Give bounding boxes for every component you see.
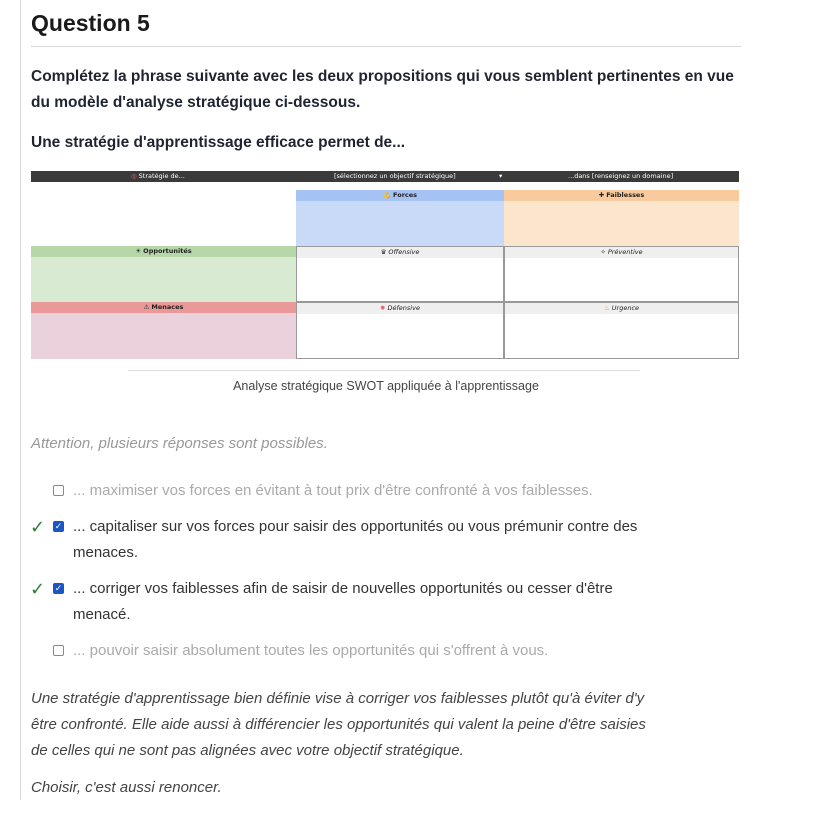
warning-icon: ⚠ (143, 303, 150, 311)
swot-figure: ◎ Stratégie de... [sélectionnez un object… (31, 171, 739, 359)
faiblesses-cell: ✚ Faiblesses (504, 190, 739, 246)
dropdown-arrow-icon: ▾ (499, 172, 503, 180)
opportunites-header: ☀ Opportunités (31, 246, 296, 257)
question-intro: Complétez la phrase suivante avec les de… (31, 68, 734, 111)
answer-option-2-line2: menaces. (73, 544, 139, 561)
answer-option-1-text: ... maximiser vos forces en évitant à to… (73, 482, 593, 499)
correct-check-icon: ✓ (30, 579, 46, 599)
title-divider (31, 46, 741, 47)
bandage-icon: ✚ (598, 191, 605, 199)
correct-check-icon: ✓ (30, 517, 46, 537)
figure-caption: Analyse stratégique SWOT appliquée à l'a… (233, 379, 539, 393)
question-container: Question 5 Complétez la phrase suivante … (30, 0, 741, 796)
answer-option-3-line2: menacé. (73, 606, 131, 623)
checkbox-1[interactable] (53, 485, 64, 496)
menaces-header: ⚠ Menaces (31, 302, 296, 313)
fire-icon: ♨ (603, 304, 610, 312)
trophy-icon: ♛ (380, 248, 387, 256)
target-icon: ◎ (131, 172, 137, 180)
objective-placeholder: [sélectionnez un objectif stratégique] (334, 172, 456, 180)
feedback-line-1: Une stratégie d'apprentissage bien défin… (31, 690, 645, 707)
attention-note: Attention, plusieurs réponses sont possi… (31, 435, 328, 452)
checkbox-3[interactable]: ✓ (53, 583, 64, 594)
defensive-cell: ✹ Défensive (296, 302, 504, 359)
feedback-text: Une stratégie d'apprentissage bien défin… (31, 686, 741, 764)
answer-option-2-text: ... capitaliser sur vos forces pour sais… (73, 514, 723, 566)
offensive-cell: ♛ Offensive (296, 246, 504, 302)
feedback-line-2: être confronté. Elle aide aussi à différ… (31, 716, 646, 733)
question-title: Question 5 (31, 10, 150, 36)
sparkle-icon: ✧ (600, 248, 606, 256)
answer-option-3-line1: ... corriger vos faiblesses afin de sais… (73, 580, 613, 597)
feedback-line-3: de celles qui ne sont pas alignées avec … (31, 742, 464, 759)
collision-icon: ✹ (380, 304, 386, 312)
forces-cell: 💪 Forces (296, 190, 504, 246)
domain-placeholder: ...dans [renseignez un domaine] (568, 172, 674, 180)
forces-header: 💪 Forces (296, 190, 504, 201)
faiblesses-header: ✚ Faiblesses (504, 190, 739, 201)
swot-header-bar: ◎ Stratégie de... [sélectionnez un object… (31, 171, 739, 182)
preventive-cell: ✧ Préventive (504, 246, 739, 302)
urgence-cell: ♨ Urgence (504, 302, 739, 359)
checkbox-2[interactable]: ✓ (53, 521, 64, 532)
defensive-header: ✹ Défensive (297, 303, 503, 314)
offensive-header: ♛ Offensive (297, 247, 503, 258)
answer-option-3-text: ... corriger vos faiblesses afin de sais… (73, 576, 723, 628)
opportunites-cell: ☀ Opportunités (31, 246, 296, 302)
caption-divider (128, 370, 640, 371)
feedback-closing: Choisir, c'est aussi renoncer. (31, 779, 222, 796)
flexed-arm-icon: 💪 (382, 191, 392, 199)
preventive-header: ✧ Préventive (505, 247, 738, 258)
checkbox-4[interactable] (53, 645, 64, 656)
strategy-label: ◎ Stratégie de... (131, 172, 185, 180)
answer-option-4-text: ... pouvoir saisir absolument toutes les… (73, 642, 549, 659)
left-border (20, 0, 21, 800)
question-prompt: Une stratégie d'apprentissage efficace p… (31, 134, 406, 151)
sun-icon: ☀ (135, 247, 142, 255)
menaces-cell: ⚠ Menaces (31, 302, 296, 359)
answer-option-2-line1: ... capitaliser sur vos forces pour sais… (73, 518, 638, 535)
urgence-header: ♨ Urgence (505, 303, 738, 314)
